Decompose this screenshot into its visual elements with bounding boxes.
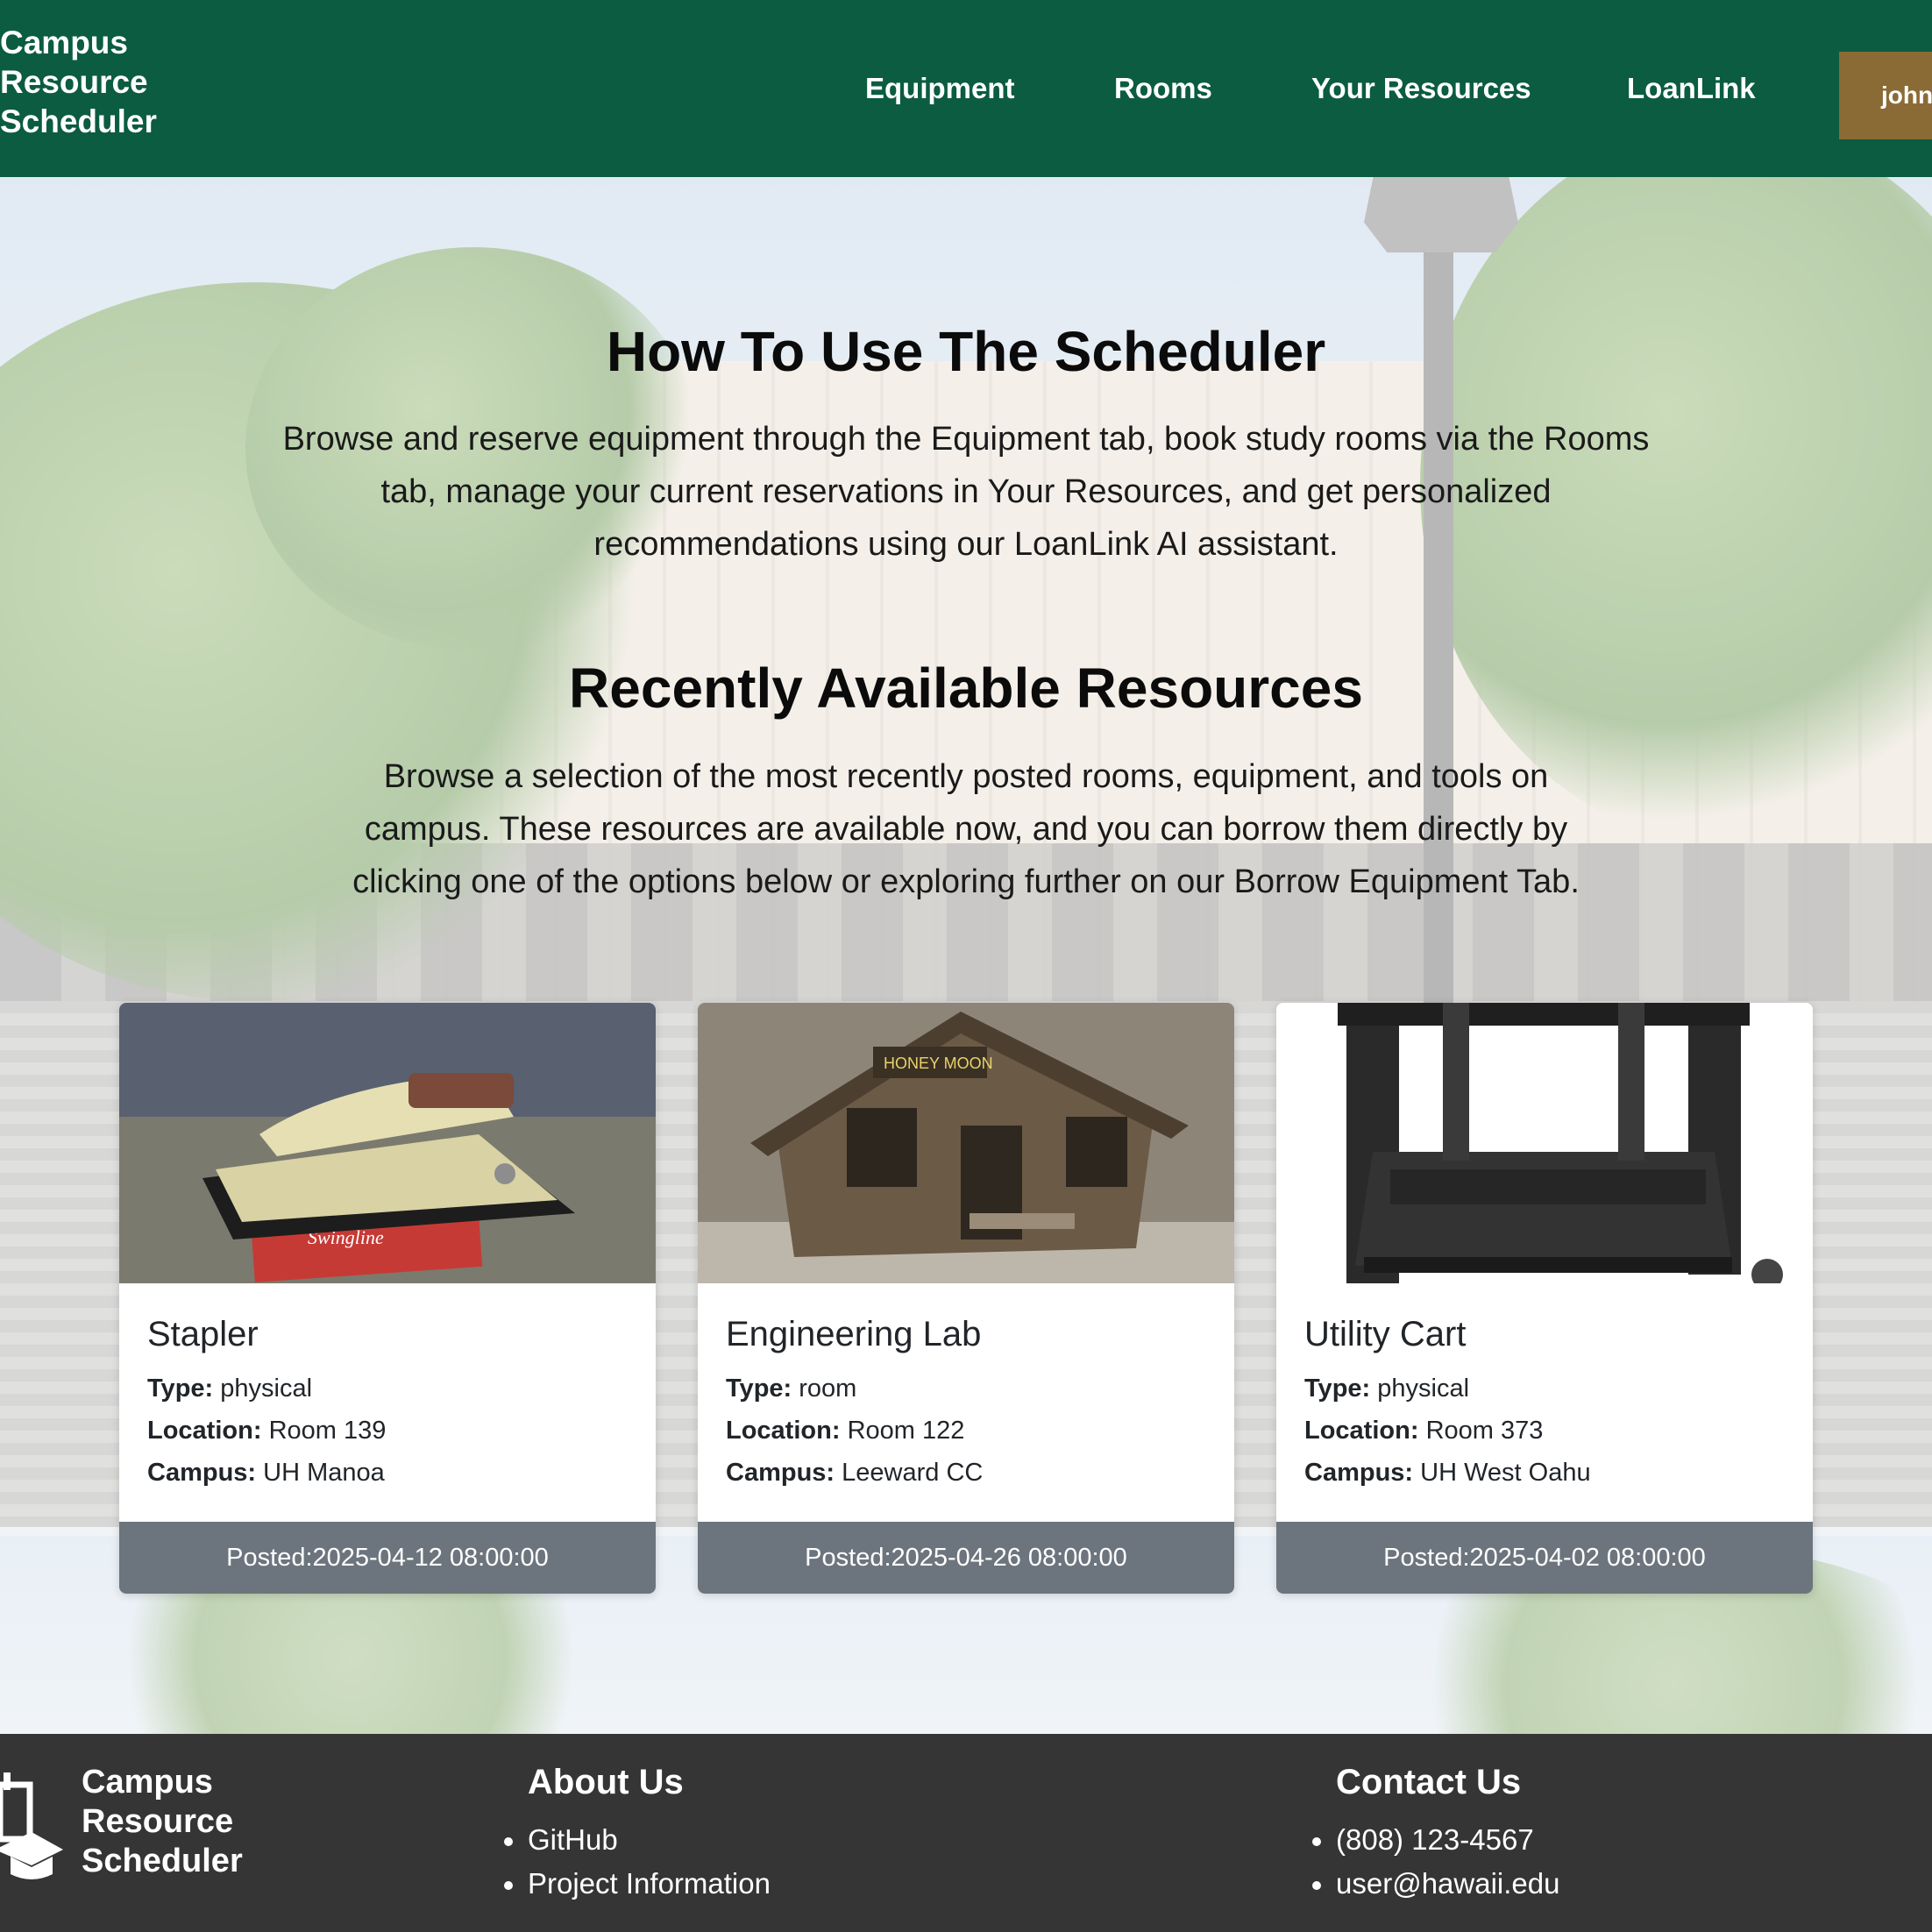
about-us-heading: About Us	[528, 1763, 684, 1801]
how-to-text: Browse and reserve equipment through the…	[282, 421, 1650, 563]
calendar-graduation-cap-icon	[0, 1769, 63, 1883]
footer-brand-line-2: Resource	[82, 1803, 234, 1840]
card-posted-date: Posted:2025-04-02 08:00:00	[1276, 1522, 1813, 1594]
card-posted-date: Posted:2025-04-26 08:00:00	[698, 1522, 1234, 1594]
brand-line-3: Scheduler	[0, 103, 157, 139]
resource-card-stapler[interactable]: Swingline Stapler Type: physical Locatio…	[119, 1003, 656, 1594]
brand-line-1: Campus	[0, 25, 128, 60]
nav-loanlink[interactable]: LoanLink	[1627, 70, 1756, 107]
card-title: Utility Cart	[1304, 1315, 1467, 1353]
resource-card-engineering-lab[interactable]: HONEY MOON Engineering Lab Type: room Lo…	[698, 1003, 1234, 1594]
brand-line-2: Resource	[0, 64, 148, 100]
user-menu-button[interactable]: john	[1839, 52, 1932, 139]
recent-resources-text: Browse a selection of the most recently …	[352, 758, 1580, 900]
github-link[interactable]: GitHub	[504, 1818, 771, 1862]
card-type: Type: room	[726, 1374, 857, 1403]
contact-us-heading: Contact Us	[1336, 1763, 1522, 1801]
top-navbar: Campus Resource Scheduler Equipment Room…	[0, 0, 1932, 177]
cabin-photo: HONEY MOON	[698, 1003, 1234, 1283]
footer-brand-line-1: Campus	[82, 1764, 213, 1801]
card-posted-date: Posted:2025-04-12 08:00:00	[119, 1522, 656, 1594]
how-to-title: How To Use The Scheduler	[606, 320, 1326, 383]
resource-card-utility-cart[interactable]: Utility Cart Type: physical Location: Ro…	[1276, 1003, 1813, 1594]
card-campus: Campus: UH West Oahu	[1304, 1459, 1591, 1487]
cart-photo	[1276, 1003, 1813, 1283]
card-title: Engineering Lab	[726, 1315, 982, 1353]
card-type: Type: physical	[1304, 1374, 1470, 1403]
project-information-link[interactable]: Project Information	[504, 1862, 771, 1906]
stapler-photo: Swingline	[119, 1003, 656, 1283]
svg-text:HONEY MOON: HONEY MOON	[884, 1055, 993, 1072]
card-title: Stapler	[147, 1315, 259, 1353]
nav-your-resources[interactable]: Your Resources	[1311, 70, 1531, 107]
card-campus: Campus: Leeward CC	[726, 1459, 984, 1487]
footer-brand: Campus Resource Scheduler	[82, 1763, 243, 1881]
recent-resources-title: Recently Available Resources	[569, 657, 1363, 720]
phone-number[interactable]: (808) 123-4567	[1311, 1818, 1559, 1862]
card-location: Location: Room 373	[1304, 1417, 1544, 1445]
nav-equipment[interactable]: Equipment	[865, 70, 1015, 107]
card-location: Location: Room 122	[726, 1417, 965, 1445]
page-footer: Campus Resource Scheduler About Us GitHu…	[0, 1734, 1932, 1932]
nav-rooms[interactable]: Rooms	[1114, 70, 1212, 107]
footer-brand-line-3: Scheduler	[82, 1843, 243, 1879]
card-type: Type: physical	[147, 1374, 313, 1403]
card-campus: Campus: UH Manoa	[147, 1459, 385, 1487]
contact-us-list: (808) 123-4567 user@hawaii.edu	[1311, 1818, 1559, 1906]
email-address[interactable]: user@hawaii.edu	[1311, 1862, 1559, 1906]
about-us-list: GitHub Project Information	[504, 1818, 771, 1906]
card-location: Location: Room 139	[147, 1417, 387, 1445]
brand-logo[interactable]: Campus Resource Scheduler	[0, 23, 157, 141]
